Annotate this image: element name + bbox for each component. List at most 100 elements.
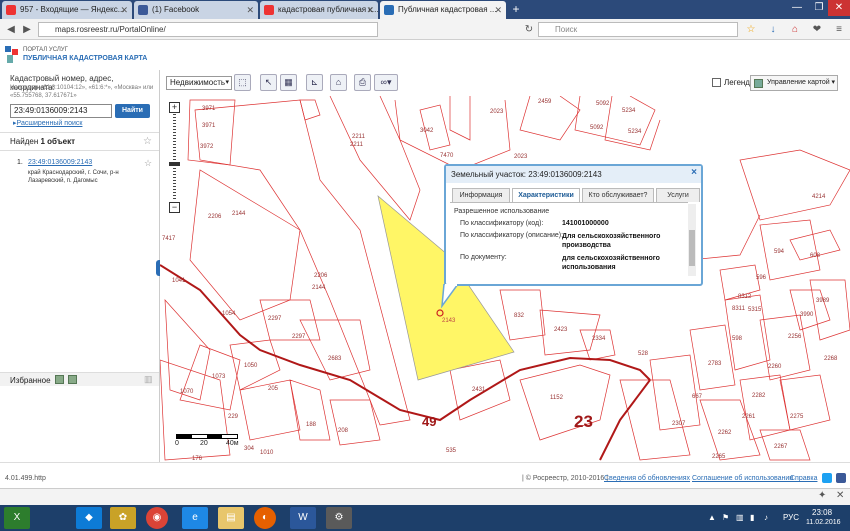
result-cadastral-link[interactable]: 23:49:0136009:2143 (28, 159, 92, 166)
windows-taskbar: X ◆ ✿ ◉ e ▤ ◐ W ⚙ ▲ ⚑ ▥ ▮ ♪ РУС 23:08 11… (0, 505, 850, 531)
cadastral-search-input[interactable]: 23:49:0136009:2143 (10, 104, 112, 118)
updates-link[interactable]: Сведения об обновлениях (604, 475, 690, 482)
tab-yandex-mail[interactable]: 957 - Входящие — Яндекс... ✕ (2, 1, 132, 19)
parcel-label: 2423 (554, 327, 568, 333)
tab-facebook[interactable]: (1) Facebook ✕ (134, 1, 258, 19)
close-icon[interactable]: × (691, 167, 697, 178)
close-tab-icon[interactable]: ✕ (494, 1, 502, 19)
close-tab-icon[interactable]: ✕ (366, 1, 374, 19)
zoom-in-button[interactable]: + (169, 102, 180, 113)
clock-date[interactable]: 11.02.2016 (806, 519, 841, 526)
minimize-icon[interactable]: — (786, 0, 808, 16)
trash-icon[interactable]: ▥ (144, 374, 153, 385)
parcel-label: 1073 (212, 374, 226, 380)
tab-characteristics[interactable]: Характеристики (512, 188, 580, 202)
star-icon[interactable]: ☆ (143, 136, 152, 147)
parcel-label: 2297 (292, 334, 306, 340)
paint-icon[interactable]: ✿ (110, 507, 136, 529)
divider (0, 132, 159, 133)
close-tab-icon[interactable]: ✕ (246, 1, 254, 19)
parcel-label: 3042 (420, 128, 434, 134)
zoom-handle[interactable] (169, 162, 180, 166)
zoom-out-button[interactable]: − (169, 202, 180, 213)
advanced-search-link[interactable]: ▸Расширенный поиск (13, 119, 82, 127)
forward-icon[interactable]: ▶ (20, 22, 34, 37)
select-tool-icon[interactable]: ⬚ (234, 74, 251, 91)
print-icon[interactable]: ⎙ (354, 74, 371, 91)
settings-icon[interactable]: ⚙ (326, 507, 352, 529)
area-tool-icon[interactable]: ⌂ (330, 74, 347, 91)
favorites-export-icon[interactable] (68, 375, 77, 384)
identify-tool-icon[interactable]: ↖ (260, 74, 277, 91)
favorites-add-icon[interactable] (55, 375, 64, 384)
ie-icon[interactable]: e (182, 507, 208, 529)
layer-select[interactable]: Недвижимость ▾ (166, 76, 232, 90)
parcel-label: 1054 (222, 311, 236, 317)
portal-subtitle: ПОРТАЛ УСЛУГ (23, 47, 68, 53)
map-control-button[interactable]: Управление картой ▾ (750, 75, 838, 91)
selected-parcel-label: 2143 (442, 318, 456, 324)
download-icon[interactable]: ↓ (766, 22, 780, 37)
dropbox-icon[interactable]: ◆ (76, 507, 102, 529)
pocket-icon[interactable]: ❤ (810, 22, 824, 37)
tray-flag-icon[interactable]: ⚑ (722, 513, 729, 522)
language-indicator[interactable]: РУС (783, 513, 799, 522)
parcel-shape (759, 314, 811, 381)
facebook-icon[interactable] (836, 473, 846, 483)
tray-battery-icon[interactable]: ▮ (750, 513, 754, 522)
parcel-label: 2256 (788, 334, 802, 340)
zoom-slider[interactable]: + − (169, 102, 180, 214)
close-icon[interactable]: ✕ (836, 490, 844, 501)
yandex-mail-icon (6, 5, 16, 15)
menu-icon[interactable]: ≡ (832, 22, 846, 37)
close-tab-icon[interactable]: ✕ (120, 1, 128, 19)
tray-arrow-icon[interactable]: ▲ (708, 513, 716, 522)
explorer-icon[interactable]: ▤ (218, 507, 244, 529)
legend-checkbox[interactable] (712, 78, 721, 87)
agreement-link[interactable]: Соглашение об использовании (692, 475, 793, 482)
home-icon[interactable]: ⌂ (788, 22, 802, 37)
word-icon[interactable]: W (290, 507, 316, 529)
new-tab-button[interactable]: + (509, 1, 523, 17)
bookmark-star-icon[interactable]: ☆ (744, 22, 758, 37)
firefox-icon[interactable]: ◐ (254, 507, 276, 529)
find-button[interactable]: Найти (115, 104, 150, 118)
url-input[interactable]: maps.rosreestr.ru/PortalOnline/ (38, 22, 378, 37)
tab-search[interactable]: кадастровая публичная к... ✕ (260, 1, 378, 19)
parcel-shape (739, 149, 850, 221)
map-info-tool-icon[interactable]: ▦ (280, 74, 297, 91)
divider (0, 150, 159, 151)
parcel-shape (194, 99, 411, 426)
chrome-icon[interactable]: ◉ (146, 507, 168, 529)
back-icon[interactable]: ◀ (4, 22, 18, 37)
parcel-label: 304 (244, 446, 255, 452)
popup-scrollbar[interactable] (688, 204, 696, 276)
tray-volume-icon[interactable]: ♪ (764, 513, 768, 522)
tab-who-serves[interactable]: Кто обслуживает? (582, 188, 654, 202)
star-icon[interactable]: ☆ (144, 158, 152, 169)
zoom-track[interactable] (173, 114, 176, 200)
browser-search-input[interactable]: Поиск (538, 22, 738, 37)
parcel-label: 205 (268, 386, 279, 392)
scrollbar-thumb[interactable] (689, 230, 695, 266)
parcel-label: 2267 (774, 444, 788, 450)
tab-services[interactable]: Услуги (656, 188, 700, 202)
parcel-shape (779, 374, 831, 431)
tab-information[interactable]: Информация (452, 188, 510, 202)
popup-pointer (441, 284, 459, 308)
link-tool-icon[interactable]: ∞▾ (374, 74, 398, 91)
popup-title: Земельный участок: 23:49:0136009:2143 (446, 166, 701, 183)
excel-icon[interactable]: X (4, 507, 30, 529)
window-close-icon[interactable]: ✕ (828, 0, 850, 16)
ruler-tool-icon[interactable]: ⊾ (306, 74, 323, 91)
tray-network-icon[interactable]: ▥ (736, 513, 744, 522)
tools-icon[interactable]: ✦ (818, 490, 826, 501)
result-address: край Краснодарский, г. Сочи, р-н Лазарев… (28, 170, 119, 184)
reload-icon[interactable]: ↻ (522, 22, 536, 37)
parcel-label: 2459 (538, 99, 552, 105)
maximize-icon[interactable]: ❐ (808, 0, 830, 16)
tab-cadastral-map[interactable]: Публичная кадастровая ... ✕ (380, 1, 506, 19)
twitter-icon[interactable] (822, 473, 832, 483)
help-link[interactable]: Справка (790, 475, 817, 482)
clock-time[interactable]: 23:08 (812, 508, 832, 517)
